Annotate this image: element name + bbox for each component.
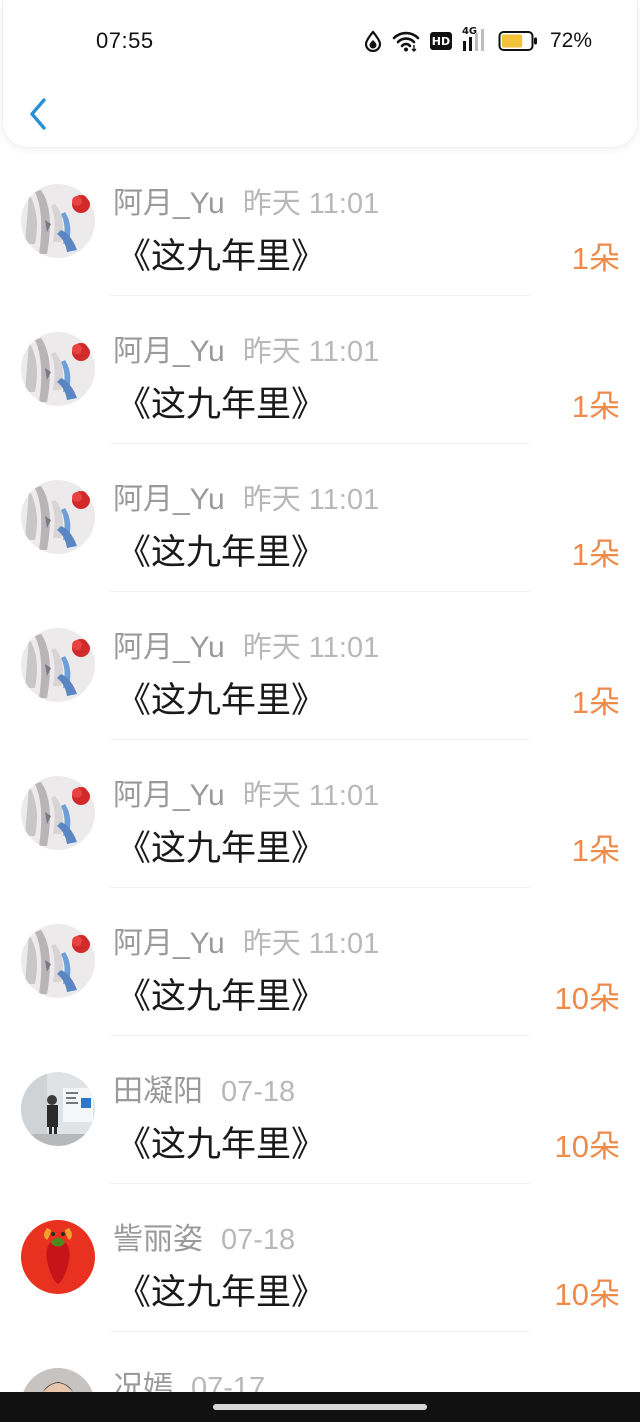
- list-item[interactable]: 訾丽姿 07-18 《这九年里》 10朵: [0, 1184, 640, 1332]
- sender-name-text: 阿月_Yu: [113, 631, 225, 664]
- flower-amount: 10朵: [554, 981, 620, 1016]
- avatar[interactable]: [21, 628, 95, 702]
- sent-time: 07-18: [221, 1224, 296, 1256]
- sent-time: 07-18: [221, 1076, 296, 1108]
- sender-name: 阿月_Yu 昨天 11:01: [113, 474, 379, 518]
- list-item[interactable]: 阿月_Yu 昨天 11:01 《这九年里》 1朵: [0, 740, 640, 888]
- work-title: 《这九年里》: [116, 681, 327, 720]
- flower-amount: 1朵: [571, 685, 620, 720]
- sender-name-text: 訾丽姿: [113, 1223, 203, 1256]
- list-item[interactable]: 田凝阳 07-18 《这九年里》 10朵: [0, 1036, 640, 1184]
- flower-amount: 10朵: [554, 1277, 620, 1312]
- avatar[interactable]: [21, 1072, 95, 1146]
- sent-time: 昨天 11:01: [242, 928, 380, 960]
- back-button[interactable]: [23, 92, 53, 136]
- sent-time: 昨天 11:01: [242, 188, 380, 220]
- work-title: 《这九年里》: [116, 1125, 327, 1164]
- work-title: 《这九年里》: [116, 533, 327, 572]
- avatar[interactable]: [21, 776, 95, 850]
- sent-time: 昨天 11:01: [242, 632, 380, 664]
- status-time: 07:55: [96, 28, 154, 53]
- hd-badge-label: HD: [431, 34, 451, 48]
- work-title: 《这九年里》: [116, 977, 327, 1016]
- reward-list: 阿月_Yu 昨天 11:01 《这九年里》 1朵 阿月_Yu 昨天 11:01 《这九年里》…: [0, 148, 640, 1422]
- avatar[interactable]: [21, 184, 95, 258]
- sender-name: 阿月_Yu 昨天 11:01: [113, 770, 379, 814]
- drop-icon: [364, 30, 382, 52]
- sender-name: 阿月_Yu 昨天 11:01: [113, 918, 379, 962]
- work-title: 《这九年里》: [116, 1273, 327, 1312]
- work-title: 《这九年里》: [116, 385, 327, 424]
- sender-name-text: 阿月_Yu: [113, 927, 225, 960]
- sent-time: 昨天 11:01: [242, 336, 380, 368]
- list-item[interactable]: 阿月_Yu 昨天 11:01 《这九年里》 1朵: [0, 148, 640, 296]
- chevron-left-icon: [30, 98, 46, 130]
- avatar[interactable]: [21, 924, 95, 998]
- avatar[interactable]: [21, 480, 95, 554]
- sender-name-text: 阿月_Yu: [113, 187, 225, 220]
- work-title: 《这九年里》: [116, 237, 327, 276]
- work-title: 《这九年里》: [116, 829, 327, 868]
- flower-amount: 1朵: [571, 241, 620, 276]
- sender-name-text: 阿月_Yu: [113, 483, 225, 516]
- battery-icon: [498, 31, 537, 51]
- avatar[interactable]: [21, 332, 95, 406]
- sender-name: 阿月_Yu 昨天 11:01: [113, 622, 379, 666]
- list-item[interactable]: 阿月_Yu 昨天 11:01 《这九年里》 10朵: [0, 888, 640, 1036]
- sent-time: 昨天 11:01: [242, 484, 380, 516]
- status-bar: 07:55 HD 4G 72%: [0, 0, 640, 80]
- sender-name-text: 阿月_Yu: [113, 335, 225, 368]
- sender-name: 阿月_Yu 昨天 11:01: [113, 326, 379, 370]
- wifi-icon: [392, 31, 420, 52]
- flower-amount: 1朵: [571, 833, 620, 868]
- home-indicator[interactable]: [213, 1404, 427, 1410]
- hd-badge: HD: [429, 32, 452, 50]
- sent-time: 昨天 11:01: [242, 780, 380, 812]
- list-item[interactable]: 阿月_Yu 昨天 11:01 《这九年里》 1朵: [0, 592, 640, 740]
- sender-name: 訾丽姿 07-18: [113, 1214, 295, 1258]
- sender-name-text: 田凝阳: [113, 1075, 203, 1108]
- sender-name: 阿月_Yu 昨天 11:01: [113, 178, 379, 222]
- list-item[interactable]: 阿月_Yu 昨天 11:01 《这九年里》 1朵: [0, 444, 640, 592]
- sender-name: 田凝阳 07-18: [113, 1066, 295, 1110]
- flower-amount: 1朵: [571, 389, 620, 424]
- list-item[interactable]: 阿月_Yu 昨天 11:01 《这九年里》 1朵: [0, 296, 640, 444]
- avatar[interactable]: [21, 1220, 95, 1294]
- battery-percent: 72%: [549, 29, 592, 52]
- sender-name-text: 阿月_Yu: [113, 779, 225, 812]
- flower-amount: 10朵: [554, 1129, 620, 1164]
- signal-icon: 4G: [462, 26, 488, 53]
- status-icons: HD 4G 72%: [364, 26, 592, 56]
- flower-amount: 1朵: [571, 537, 620, 572]
